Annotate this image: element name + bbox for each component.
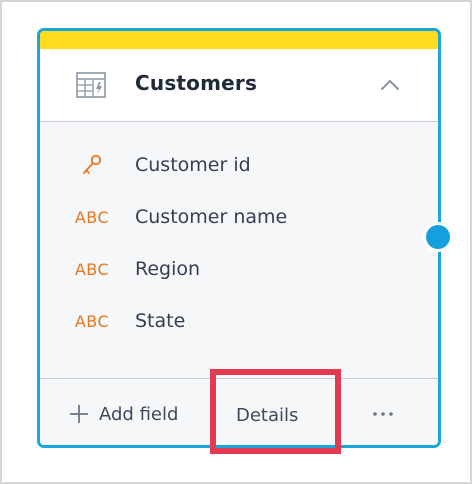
plus-icon xyxy=(70,405,88,423)
connection-handle[interactable] xyxy=(423,222,453,252)
abc-icon: ABC xyxy=(74,207,110,227)
field-row-state[interactable]: ABC State xyxy=(40,301,438,341)
dataset-header: Customers xyxy=(40,49,438,122)
more-options-icon[interactable] xyxy=(370,404,396,424)
add-field-label: Add field xyxy=(99,403,179,425)
field-label: State xyxy=(135,310,186,332)
field-label: Region xyxy=(135,258,201,280)
field-label: Customer id xyxy=(135,154,251,176)
dataset-accent-bar xyxy=(40,31,438,49)
add-field-button[interactable]: Add field xyxy=(68,401,178,427)
abc-icon: ABC xyxy=(74,259,110,279)
dataset-footer: Add field Details xyxy=(40,379,438,445)
field-row-customer-id[interactable]: Customer id xyxy=(40,145,438,185)
field-row-customer-name[interactable]: ABC Customer name xyxy=(40,197,438,237)
table-icon xyxy=(76,72,106,98)
dataset-title: Customers xyxy=(135,71,258,95)
field-row-region[interactable]: ABC Region xyxy=(40,249,438,289)
chevron-up-icon[interactable] xyxy=(378,73,402,97)
field-label: Customer name xyxy=(135,206,288,228)
key-icon xyxy=(83,154,102,174)
field-list: Customer id ABC Customer name ABC Region… xyxy=(40,122,438,379)
dataset-card: Customers Customer id ABC Customer name xyxy=(37,28,441,448)
abc-icon: ABC xyxy=(74,311,110,331)
details-button[interactable]: Details xyxy=(236,405,298,426)
